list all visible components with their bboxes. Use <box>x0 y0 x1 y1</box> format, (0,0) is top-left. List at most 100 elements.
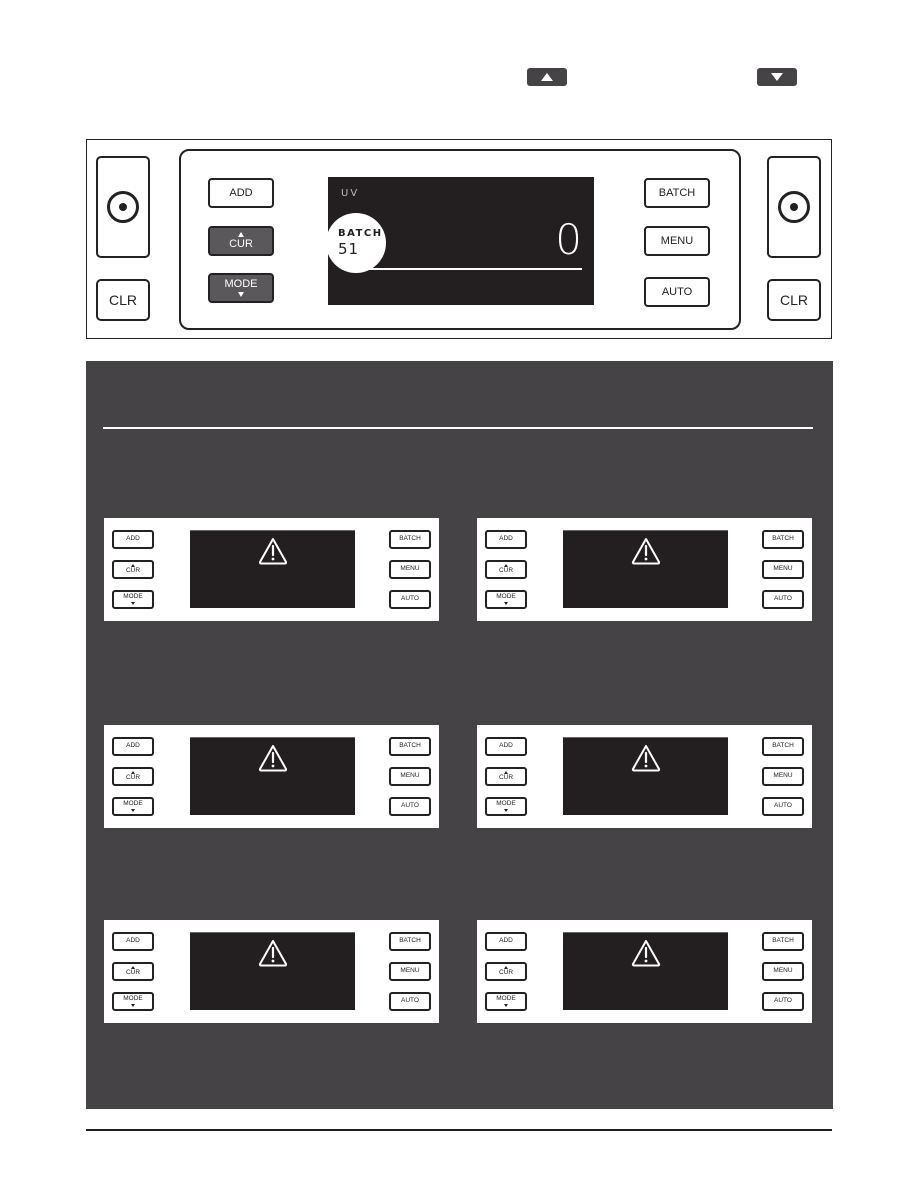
cur-button[interactable]: CUR <box>485 962 527 981</box>
auto-label: AUTO <box>401 997 419 1005</box>
cur-label: CUR <box>498 567 514 575</box>
menu-button[interactable]: MENU <box>762 767 804 786</box>
error-display <box>190 932 355 1010</box>
error-panel-5: ADD CUR MODE BATCH MENU AUTO <box>104 920 439 1023</box>
mode-label: MODE <box>123 593 143 601</box>
cur-button[interactable]: CUR <box>485 560 527 579</box>
add-button[interactable]: ADD <box>485 932 527 951</box>
batch-label: BATCH <box>399 535 421 543</box>
mode-button[interactable]: MODE <box>485 797 527 816</box>
up-arrow-key-icon <box>527 68 567 86</box>
add-button[interactable]: ADD <box>485 530 527 549</box>
batch-label: BATCH <box>772 742 794 750</box>
mode-button[interactable]: MODE <box>112 797 154 816</box>
down-arrow-icon <box>504 808 508 812</box>
auto-button[interactable]: AUTO <box>389 590 431 609</box>
error-display <box>563 932 728 1010</box>
mode-label: MODE <box>496 995 516 1003</box>
batch-label: BATCH <box>772 937 794 945</box>
error-display <box>190 530 355 608</box>
batch-button[interactable]: BATCH <box>762 530 804 549</box>
error-panel-1: ADD CUR MODE BATCH MENU AUTO <box>104 518 439 621</box>
warning-triangle-icon <box>631 538 660 565</box>
mode-label: MODE <box>224 278 258 290</box>
error-panel-6: ADD CUR MODE BATCH MENU AUTO <box>477 920 812 1023</box>
add-button[interactable]: ADD <box>112 932 154 951</box>
add-button[interactable]: ADD <box>112 530 154 549</box>
batch-button[interactable]: BATCH <box>762 932 804 951</box>
batch-button[interactable]: BATCH <box>389 932 431 951</box>
dial-icon <box>778 191 810 223</box>
add-label: ADD <box>499 535 513 543</box>
mode-button[interactable]: MODE <box>112 992 154 1011</box>
error-display <box>563 737 728 815</box>
add-button[interactable]: ADD <box>208 178 274 208</box>
add-label: ADD <box>126 742 140 750</box>
control-panel-illustration: CLR ADD CUR MODE UV 0 BATCH 51 BATCH MEN… <box>86 139 832 339</box>
auto-label: AUTO <box>774 802 792 810</box>
uv-mode-indicator: UV <box>341 188 360 199</box>
auto-button[interactable]: AUTO <box>762 797 804 816</box>
down-arrow-icon <box>131 1003 135 1007</box>
cur-button[interactable]: CUR <box>112 962 154 981</box>
cur-button[interactable]: CUR <box>112 767 154 786</box>
add-label: ADD <box>126 937 140 945</box>
warning-triangle-icon <box>258 538 287 565</box>
auto-button[interactable]: AUTO <box>762 992 804 1011</box>
batch-button[interactable]: BATCH <box>389 737 431 756</box>
menu-button[interactable]: MENU <box>389 560 431 579</box>
add-button[interactable]: ADD <box>112 737 154 756</box>
footer-rule <box>86 1129 832 1131</box>
mode-label: MODE <box>496 593 516 601</box>
mode-button[interactable]: MODE <box>485 992 527 1011</box>
auto-label: AUTO <box>401 595 419 603</box>
left-clr-button[interactable]: CLR <box>96 279 150 321</box>
menu-label: MENU <box>400 967 420 975</box>
left-dial-button[interactable] <box>96 156 150 258</box>
cur-button[interactable]: CUR <box>485 767 527 786</box>
menu-button[interactable]: MENU <box>762 560 804 579</box>
menu-button[interactable]: MENU <box>389 767 431 786</box>
menu-label: MENU <box>400 772 420 780</box>
right-dial-button[interactable] <box>767 156 821 258</box>
up-arrow-icon <box>238 232 244 237</box>
mode-label: MODE <box>123 800 143 808</box>
batch-label: BATCH <box>399 937 421 945</box>
cur-label: CUR <box>229 238 253 250</box>
batch-value: 51 <box>338 240 360 258</box>
warning-triangle-icon <box>631 940 660 967</box>
menu-button[interactable]: MENU <box>644 226 710 256</box>
batch-button[interactable]: BATCH <box>762 737 804 756</box>
mode-button[interactable]: MODE <box>485 590 527 609</box>
mode-label: MODE <box>123 995 143 1003</box>
right-clr-button[interactable]: CLR <box>767 279 821 321</box>
batch-label: BATCH <box>399 742 421 750</box>
cur-button[interactable]: CUR <box>112 560 154 579</box>
error-messages-section: ADD CUR MODE BATCH MENU AUTO ADD CUR MOD… <box>86 361 833 1109</box>
mode-button[interactable]: MODE <box>112 590 154 609</box>
down-arrow-icon <box>131 808 135 812</box>
down-arrow-key-icon <box>757 68 797 86</box>
auto-button[interactable]: AUTO <box>762 590 804 609</box>
cur-label: CUR <box>498 774 514 782</box>
auto-button[interactable]: AUTO <box>389 797 431 816</box>
batch-button[interactable]: BATCH <box>644 178 710 208</box>
cur-button[interactable]: CUR <box>208 226 274 256</box>
auto-button[interactable]: AUTO <box>644 277 710 307</box>
batch-button-label: BATCH <box>658 186 696 199</box>
display-divider <box>342 268 582 270</box>
add-button[interactable]: ADD <box>485 737 527 756</box>
batch-button[interactable]: BATCH <box>389 530 431 549</box>
dial-icon <box>107 191 139 223</box>
cur-label: CUR <box>125 567 141 575</box>
menu-label: MENU <box>773 967 793 975</box>
mode-button[interactable]: MODE <box>208 273 274 303</box>
add-label: ADD <box>229 186 253 199</box>
error-panel-3: ADD CUR MODE BATCH MENU AUTO <box>104 725 439 828</box>
auto-button[interactable]: AUTO <box>389 992 431 1011</box>
menu-button-label: MENU <box>660 234 694 247</box>
menu-button[interactable]: MENU <box>389 962 431 981</box>
error-panel-4: ADD CUR MODE BATCH MENU AUTO <box>477 725 812 828</box>
down-arrow-icon <box>238 292 244 297</box>
menu-button[interactable]: MENU <box>762 962 804 981</box>
